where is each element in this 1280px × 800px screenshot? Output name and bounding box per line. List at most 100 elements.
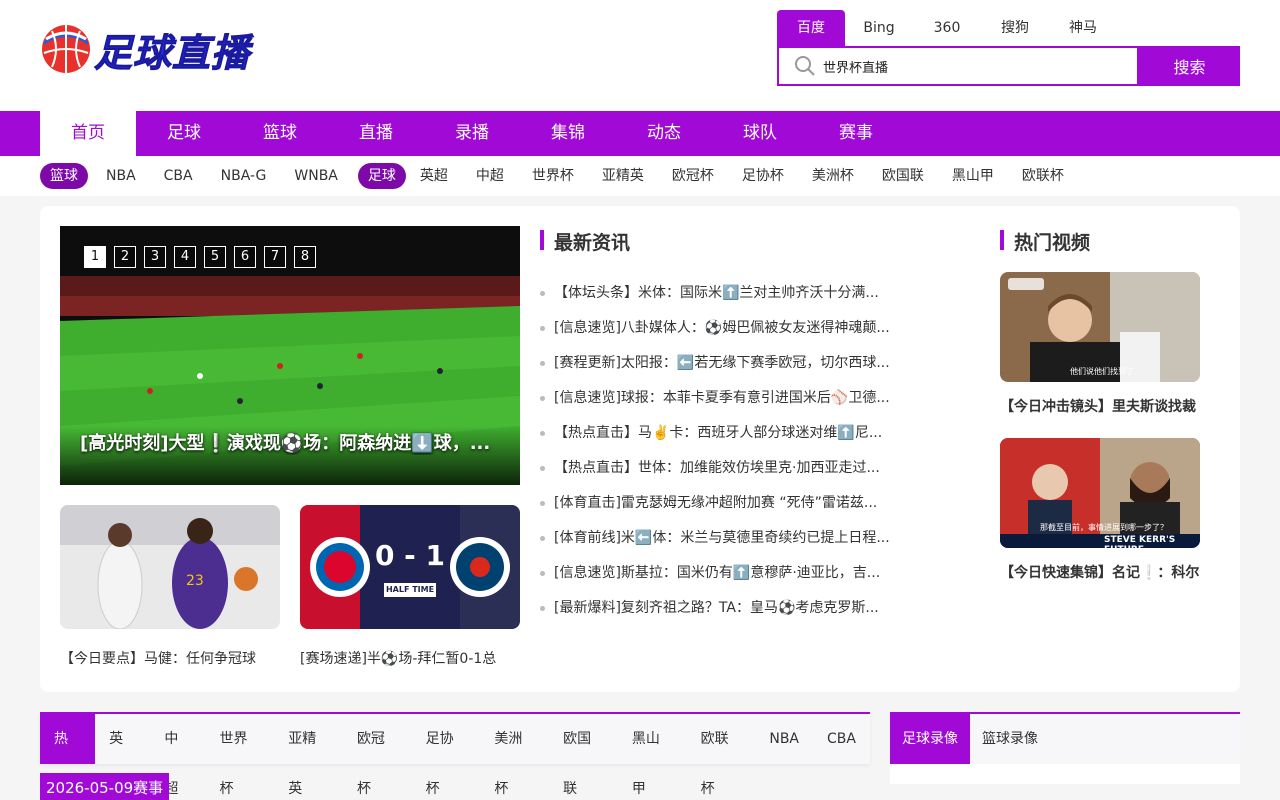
search-engine-tab-bing[interactable]: Bing	[845, 10, 913, 46]
thumb-ucl-score[interactable]: 0 - 1 HALF TIME	[300, 505, 520, 629]
news-item[interactable]: [信息速览]球报：本菲卡夏季有意引进国米后⚾卫德...	[540, 381, 960, 416]
schedule-tab[interactable]: 中超	[150, 714, 205, 797]
search-engine-tab-baidu[interactable]: 百度	[777, 10, 845, 46]
banner-page-8[interactable]: 8	[294, 246, 316, 268]
sub-nav-item-montenegro-league[interactable]: 黑山甲	[938, 163, 1008, 189]
banner-page-4[interactable]: 4	[174, 246, 196, 268]
search-input[interactable]	[823, 58, 1113, 74]
recordings-tabs: 足球录像 篮球录像	[890, 712, 1240, 764]
news-item[interactable]: [赛程更新]太阳报：⬅️若无缘下赛季欧冠，切尔西球...	[540, 346, 960, 381]
sub-nav-item-premier-league[interactable]: 英超	[406, 163, 462, 189]
schedule-tab[interactable]: 欧国联	[549, 714, 618, 797]
search-engine-tab-shenma[interactable]: 神马	[1049, 10, 1117, 46]
schedule-tab[interactable]: 足协杯	[412, 714, 481, 797]
search-engine-tabs: 百度 Bing 360 搜狗 神马	[777, 10, 1117, 46]
banner-caption[interactable]: [高光时刻]大型❕演戏现⚽场：阿森纳进⬇️球，...	[80, 429, 520, 455]
video-thumb-2-overlay-text: 那截至目前，事情进展到哪一步了？	[1040, 523, 1168, 532]
banner-pagination: 1 2 3 4 5 6 7 8	[84, 246, 316, 268]
sub-nav-item-nations-league[interactable]: 欧国联	[868, 163, 938, 189]
video-caption-1[interactable]: 【今日冲击镜头】里夫斯谈找裁	[1000, 396, 1210, 416]
thumb-basketball[interactable]: 23	[60, 505, 280, 629]
recordings-tab-basketball[interactable]: 篮球录像	[970, 714, 1050, 764]
nav-item-news[interactable]: 动态	[616, 111, 712, 156]
logo-text: 足球直播	[93, 30, 251, 75]
video-thumb-1-overlay-text: 他们说他们找到了	[1070, 367, 1134, 376]
nav-item-events[interactable]: 赛事	[808, 111, 904, 156]
nav-item-basketball[interactable]: 篮球	[232, 111, 328, 156]
nav-item-football[interactable]: 足球	[136, 111, 232, 156]
search-engine-tab-sogou[interactable]: 搜狗	[981, 10, 1049, 46]
news-item[interactable]: 【体坛头条】米体：国际米⬆️兰对主帅齐沃十分满...	[540, 276, 960, 311]
sub-nav-item-csl[interactable]: 中超	[462, 163, 518, 189]
news-item[interactable]: [信息速览]八卦媒体人：⚽姆巴佩被女友迷得神魂颠...	[540, 311, 960, 346]
schedule-tab-hot[interactable]: 热门	[40, 714, 96, 797]
video-thumb-2-banner-text: STEVE KERR'S FUTURE	[1104, 535, 1176, 548]
schedule-tab[interactable]: 亚精英	[274, 714, 343, 797]
banner-page-3[interactable]: 3	[144, 246, 166, 268]
sub-nav-item-nba-g[interactable]: NBA-G	[207, 163, 281, 189]
sub-nav-item-world-cup[interactable]: 世界杯	[518, 163, 588, 189]
site-header: 足球直播 百度 Bing 360 搜狗 神马 搜索	[0, 0, 1280, 111]
news-item[interactable]: 【热点直击】马✌️卡：西班牙人部分球迷对维⬆️尼...	[540, 416, 960, 451]
sub-nav: 篮球 NBA CBA NBA-G WNBA 足球 英超 中超 世界杯 亚精英 欧…	[0, 156, 1280, 196]
nav-item-recordings[interactable]: 录播	[424, 111, 520, 156]
schedule-tab[interactable]: 黑山甲	[618, 714, 687, 797]
search-button[interactable]: 搜索	[1139, 46, 1240, 86]
sub-nav-item-fa-cup[interactable]: 足协杯	[728, 163, 798, 189]
sub-nav-item-wnba[interactable]: WNBA	[280, 163, 352, 189]
video-caption-2[interactable]: 【今日快速集锦】名记❕：科尔	[1000, 562, 1210, 582]
banner-page-6[interactable]: 6	[234, 246, 256, 268]
nav-item-highlights[interactable]: 集锦	[520, 111, 616, 156]
sub-nav-item-cba[interactable]: CBA	[150, 163, 207, 189]
recordings-tab-football[interactable]: 足球录像	[890, 714, 970, 764]
sub-nav-item-nba[interactable]: NBA	[92, 163, 150, 189]
news-item[interactable]: [信息速览]斯基拉：国米仍有⬆️意穆萨·迪亚比，吉...	[540, 556, 960, 591]
sub-nav-basketball-label[interactable]: 篮球	[40, 163, 88, 189]
video-thumb-2[interactable]: 那截至目前，事情进展到哪一步了？ STEVE KERR'S FUTURE	[1000, 438, 1200, 548]
content-card: 1 2 3 4 5 6 7 8 [高光时刻]大型❕演戏现⚽场：阿森纳进⬇️球，.…	[40, 206, 1240, 692]
schedule-tab[interactable]: 世界杯	[205, 714, 274, 797]
search-field	[777, 46, 1139, 86]
news-list: 【体坛头条】米体：国际米⬆️兰对主帅齐沃十分满... [信息速览]八卦媒体人：⚽…	[540, 276, 960, 626]
news-item[interactable]: [最新爆料]复刻齐祖之路？TA：皇马⚽考虑克罗斯...	[540, 591, 960, 626]
schedule-tab[interactable]: 欧冠杯	[343, 714, 412, 797]
schedule-tab[interactable]: 欧联杯	[687, 714, 756, 797]
news-item[interactable]: [体育前线]米⬅️体：米兰与莫德里奇续约已提上日程...	[540, 521, 960, 556]
banner-page-1[interactable]: 1	[84, 246, 106, 268]
sub-nav-item-copa-america[interactable]: 美洲杯	[798, 163, 868, 189]
schedule-tab[interactable]: 英超	[95, 714, 150, 797]
sub-nav-item-afc-elite[interactable]: 亚精英	[588, 163, 658, 189]
sub-nav-football-label[interactable]: 足球	[357, 163, 406, 189]
svg-text:23: 23	[186, 573, 204, 589]
schedule-tabs: 热门 英超 中超 世界杯 亚精英 欧冠杯 足协杯 美洲杯 欧国联 黑山甲 欧联杯…	[40, 712, 870, 797]
nav-item-teams[interactable]: 球队	[712, 111, 808, 156]
sub-nav-item-europa-league[interactable]: 欧联杯	[1008, 163, 1078, 189]
banner-slider[interactable]: 1 2 3 4 5 6 7 8 [高光时刻]大型❕演戏现⚽场：阿森纳进⬇️球，.…	[60, 226, 520, 485]
schedule-date-label: 2026-05-09赛事	[40, 773, 170, 800]
schedule-tab[interactable]: CBA	[813, 714, 870, 764]
videos-section-title: 热门视频	[1000, 228, 1090, 255]
search-box: 搜索	[777, 46, 1240, 86]
recordings-panel	[890, 764, 1240, 784]
schedule-tab[interactable]: NBA	[755, 714, 813, 764]
video-thumb-1[interactable]: 他们说他们找到了	[1000, 272, 1200, 382]
basketball-football-logo-icon	[42, 25, 90, 73]
search-icon	[787, 48, 823, 84]
sub-nav-item-ucl[interactable]: 欧冠杯	[658, 163, 728, 189]
news-section-title: 最新资讯	[540, 228, 630, 255]
main-nav: 首页 足球 篮球 直播 录播 集锦 动态 球队 赛事	[0, 111, 1280, 156]
banner-page-2[interactable]: 2	[114, 246, 136, 268]
search-engine-tab-360[interactable]: 360	[913, 10, 981, 46]
thumb-ucl-caption[interactable]: [赛场速递]半⚽场-拜仁暂0-1总	[300, 648, 520, 668]
banner-page-7[interactable]: 7	[264, 246, 286, 268]
thumb-basketball-caption[interactable]: 【今日要点】马健：任何争冠球	[60, 648, 280, 668]
news-item[interactable]: [体育直击]雷克瑟姆无缘冲超附加赛 “死侍”雷诺兹...	[540, 486, 960, 521]
news-item[interactable]: 【热点直击】世体：加维能效仿埃里克·加西亚走过...	[540, 451, 960, 486]
nav-item-home[interactable]: 首页	[40, 111, 136, 156]
schedule-tab[interactable]: 美洲杯	[480, 714, 549, 797]
nav-item-live[interactable]: 直播	[328, 111, 424, 156]
banner-page-5[interactable]: 5	[204, 246, 226, 268]
thumb-ucl-score-text: 0 - 1	[374, 539, 446, 572]
thumb-basketball-image: 23	[60, 505, 280, 629]
site-logo[interactable]: 足球直播	[40, 20, 270, 78]
